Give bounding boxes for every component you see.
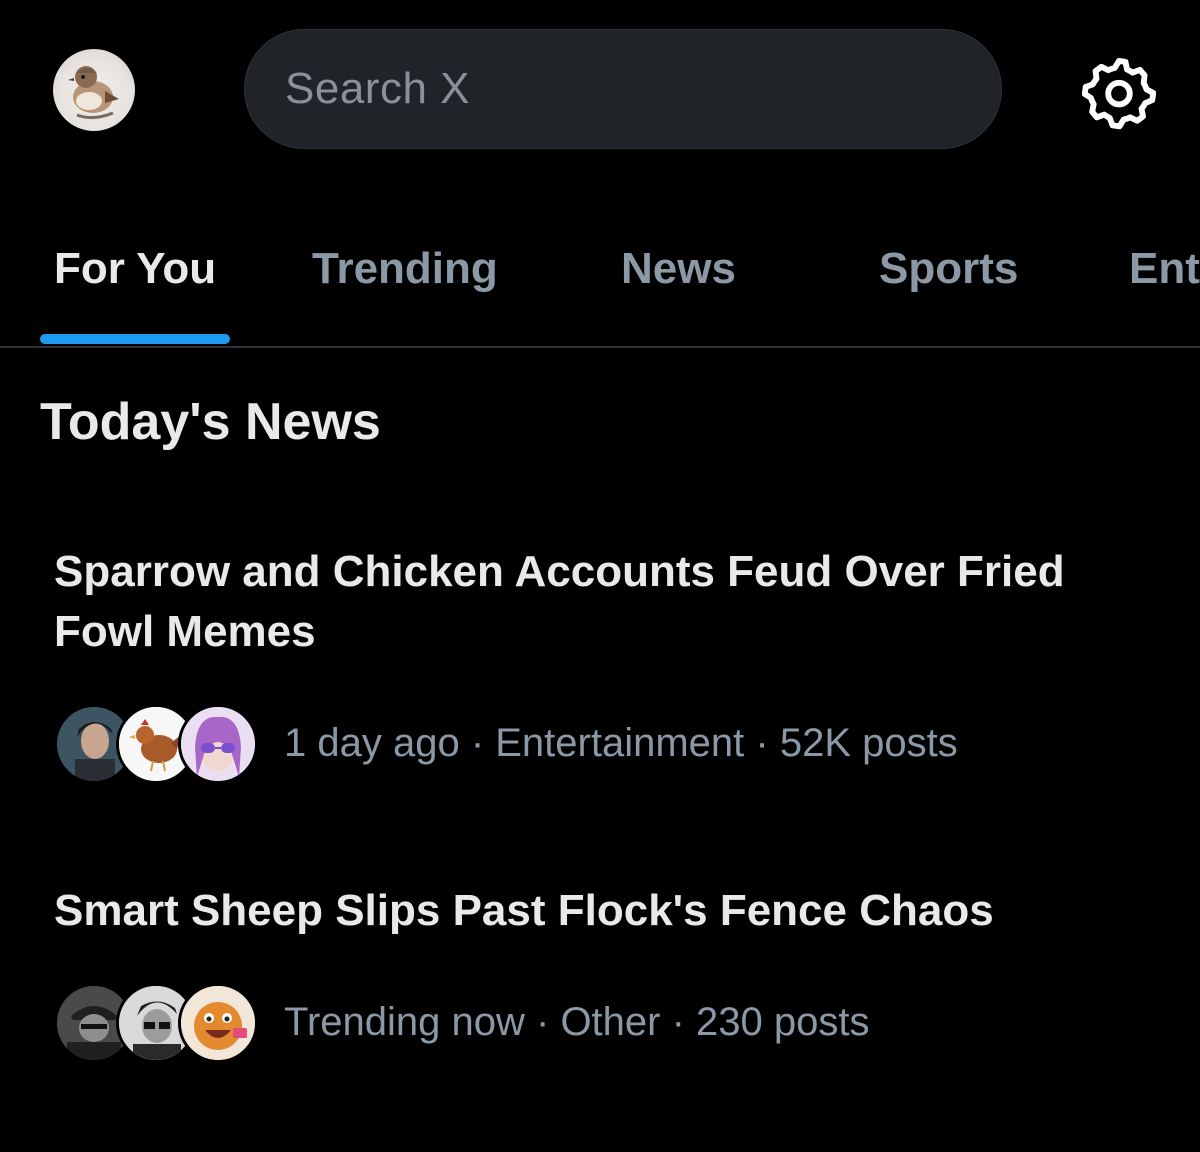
avatar-stack — [54, 983, 258, 1063]
tab-entertainment[interactable]: Ent — [1129, 244, 1200, 294]
avatar — [178, 983, 258, 1063]
profile-avatar[interactable] — [53, 49, 135, 131]
news-time: 1 day ago — [284, 720, 460, 765]
tab-sports[interactable]: Sports — [879, 244, 1018, 294]
news-category: Entertainment — [495, 720, 745, 765]
section-title: Today's News — [40, 393, 381, 451]
news-meta: Trending now · Other · 230 posts — [54, 983, 870, 1063]
news-meta-text: 1 day ago · Entertainment · 52K posts — [284, 720, 958, 765]
news-post-count: 230 posts — [696, 999, 870, 1044]
search-bar[interactable]: Search X — [244, 29, 1002, 149]
tab-news[interactable]: News — [621, 244, 736, 294]
tab-for-you[interactable]: For You — [54, 244, 216, 294]
avatar-stack — [54, 704, 258, 784]
avatar — [178, 704, 258, 784]
settings-button[interactable] — [1081, 56, 1157, 130]
news-time: Trending now — [284, 999, 525, 1044]
tab-bar: For You Trending News Sports Ent — [0, 200, 1200, 348]
top-bar: Search X — [0, 0, 1200, 180]
news-headline: Sparrow and Chicken Accounts Feud Over F… — [54, 547, 1065, 656]
news-headline: Smart Sheep Slips Past Flock's Fence Cha… — [54, 886, 994, 935]
news-meta-text: Trending now · Other · 230 posts — [284, 999, 870, 1044]
search-placeholder: Search X — [285, 64, 470, 113]
sparrow-avatar-icon — [68, 66, 119, 120]
active-tab-indicator — [40, 334, 230, 344]
news-item[interactable]: Smart Sheep Slips Past Flock's Fence Cha… — [54, 881, 1154, 1063]
news-meta: 1 day ago · Entertainment · 52K posts — [54, 704, 958, 784]
news-item[interactable]: Sparrow and Chicken Accounts Feud Over F… — [54, 542, 1154, 784]
news-post-count: 52K posts — [779, 720, 958, 765]
tab-trending[interactable]: Trending — [312, 244, 498, 294]
news-category: Other — [560, 999, 661, 1044]
gear-icon — [1081, 58, 1157, 130]
